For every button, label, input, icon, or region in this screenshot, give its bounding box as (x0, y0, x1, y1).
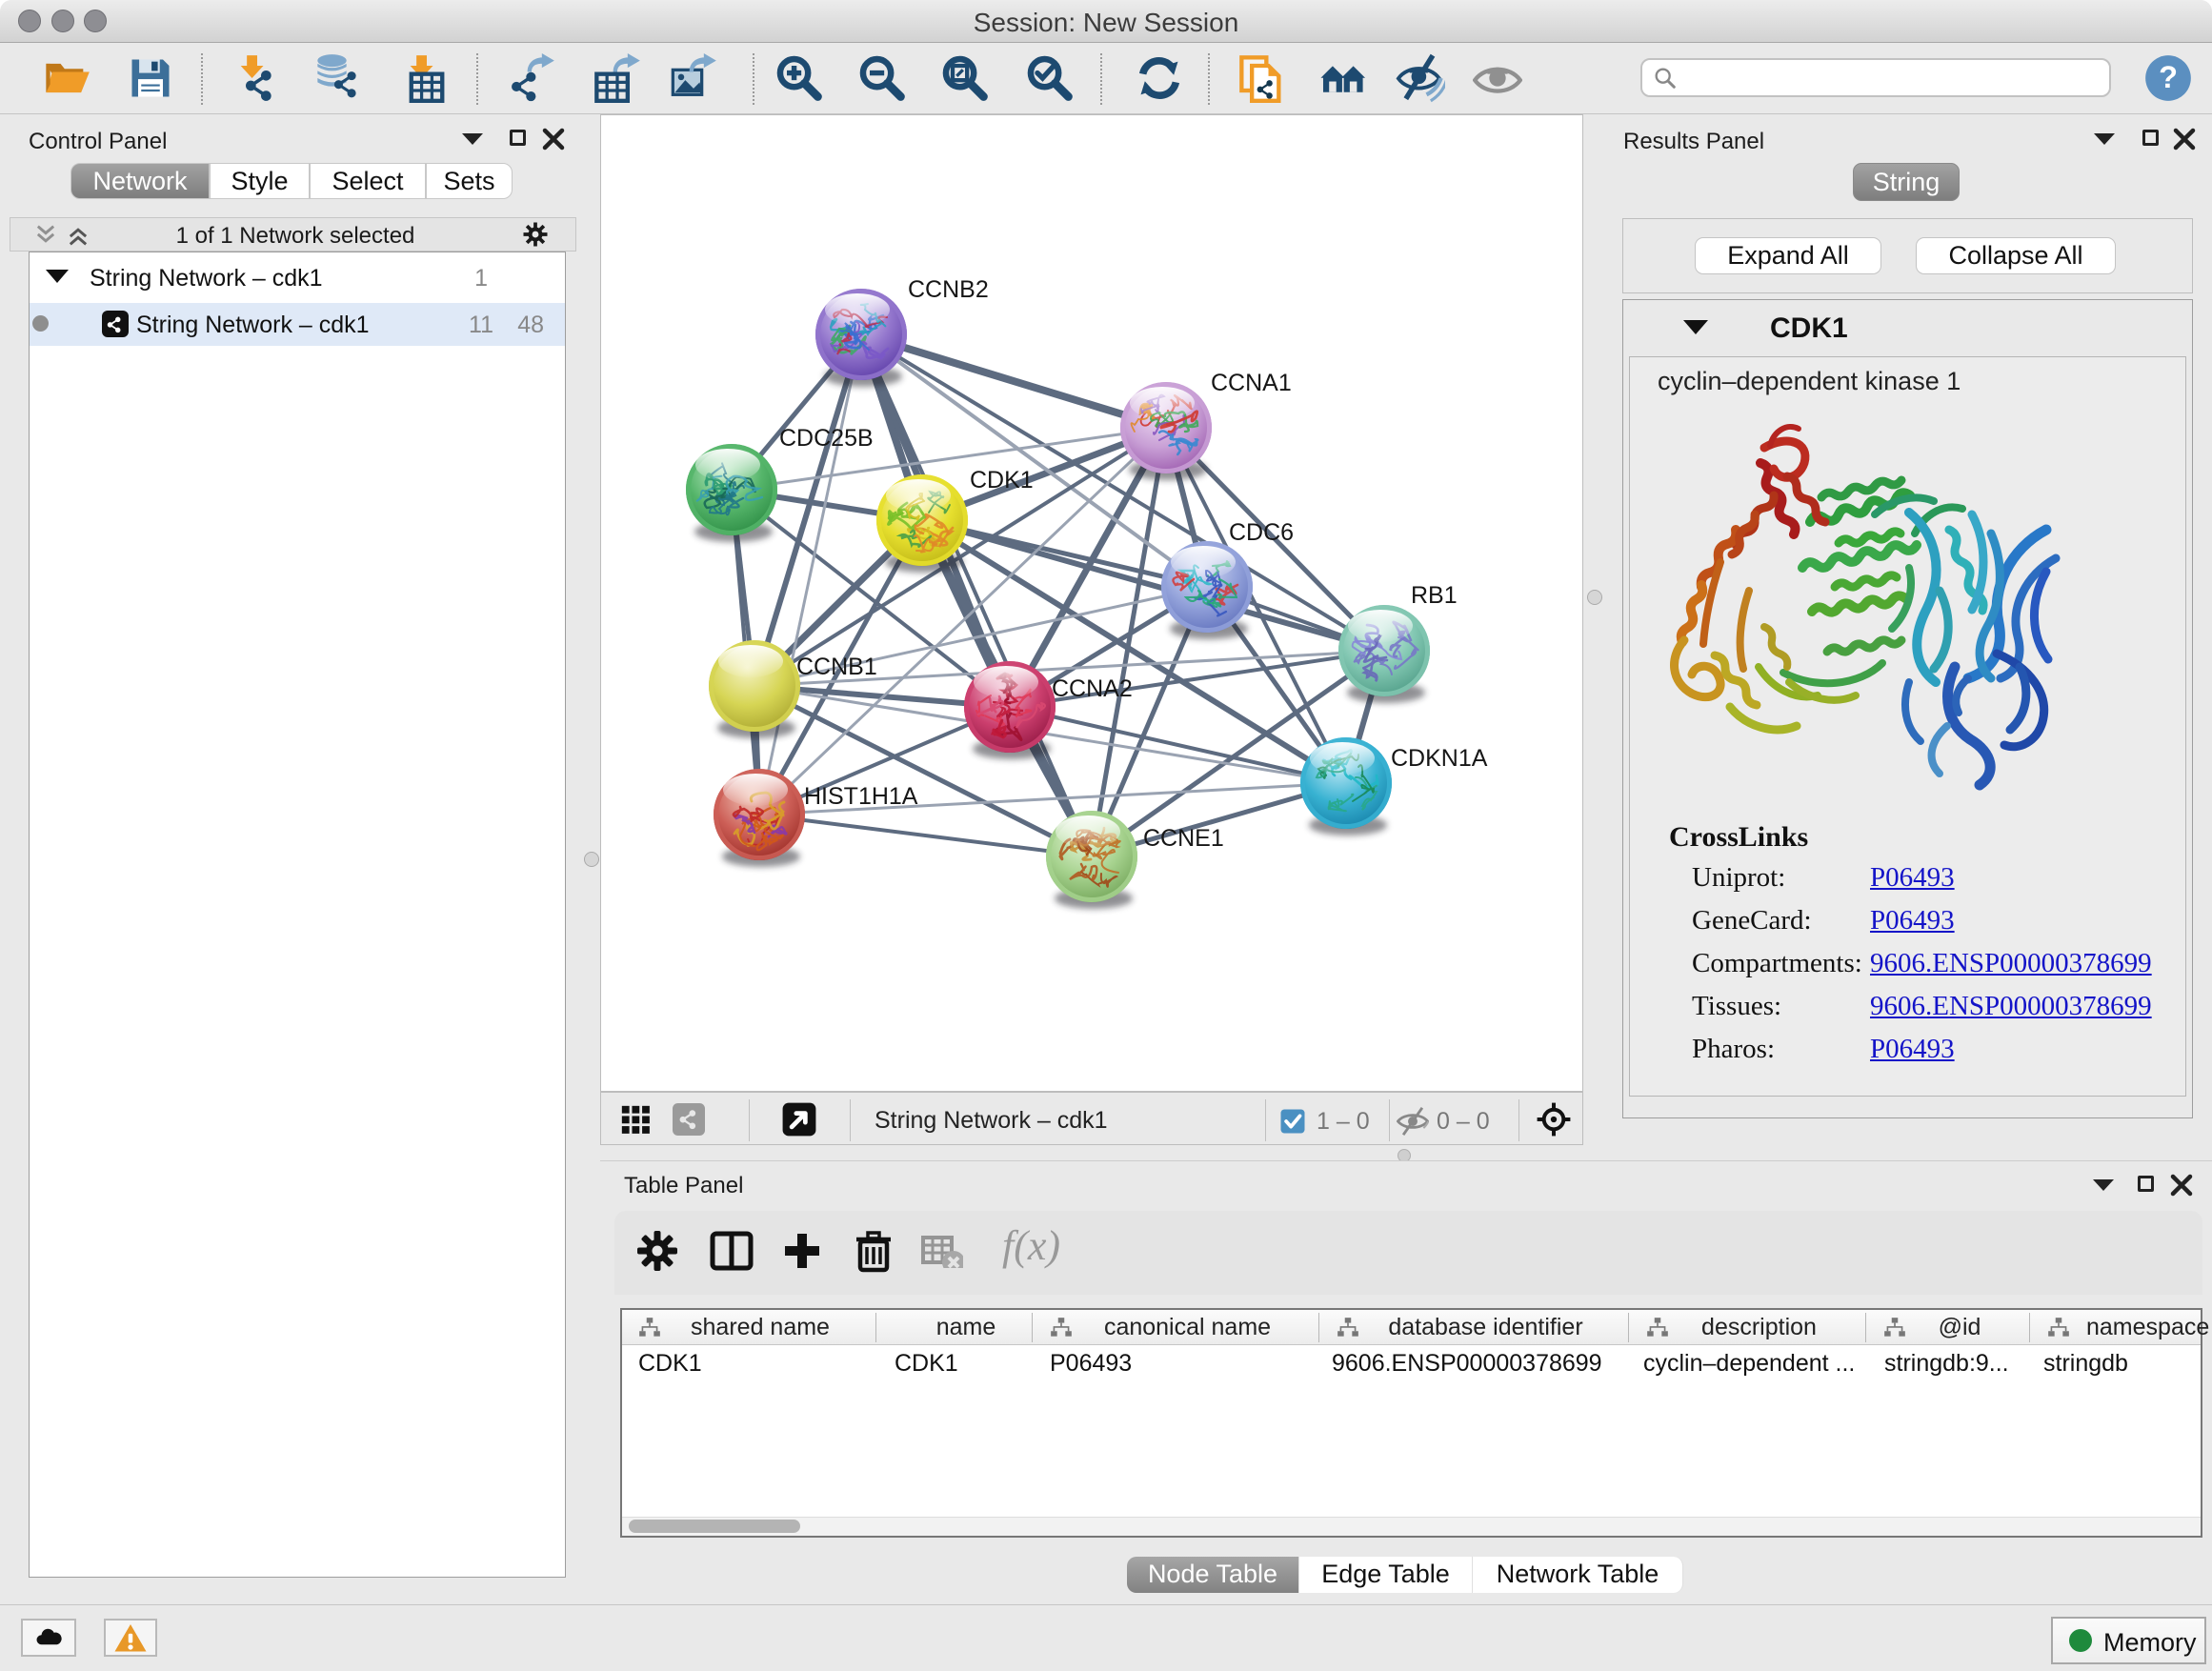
svg-text:CDC25B: CDC25B (779, 425, 874, 452)
svg-text:CCNE1: CCNE1 (1143, 825, 1224, 852)
svg-text:CCNA1: CCNA1 (1211, 370, 1292, 396)
svg-text:CDK1: CDK1 (970, 467, 1034, 493)
svg-text:CCNA2: CCNA2 (1052, 675, 1133, 702)
svg-text:RB1: RB1 (1411, 582, 1458, 609)
svg-text:CDC6: CDC6 (1229, 519, 1294, 546)
svg-text:HIST1H1A: HIST1H1A (804, 783, 918, 810)
svg-text:CCNB1: CCNB1 (796, 654, 877, 680)
svg-text:CDKN1A: CDKN1A (1391, 745, 1488, 772)
svg-text:?: ? (2159, 60, 2178, 94)
svg-text:CCNB2: CCNB2 (908, 276, 989, 303)
